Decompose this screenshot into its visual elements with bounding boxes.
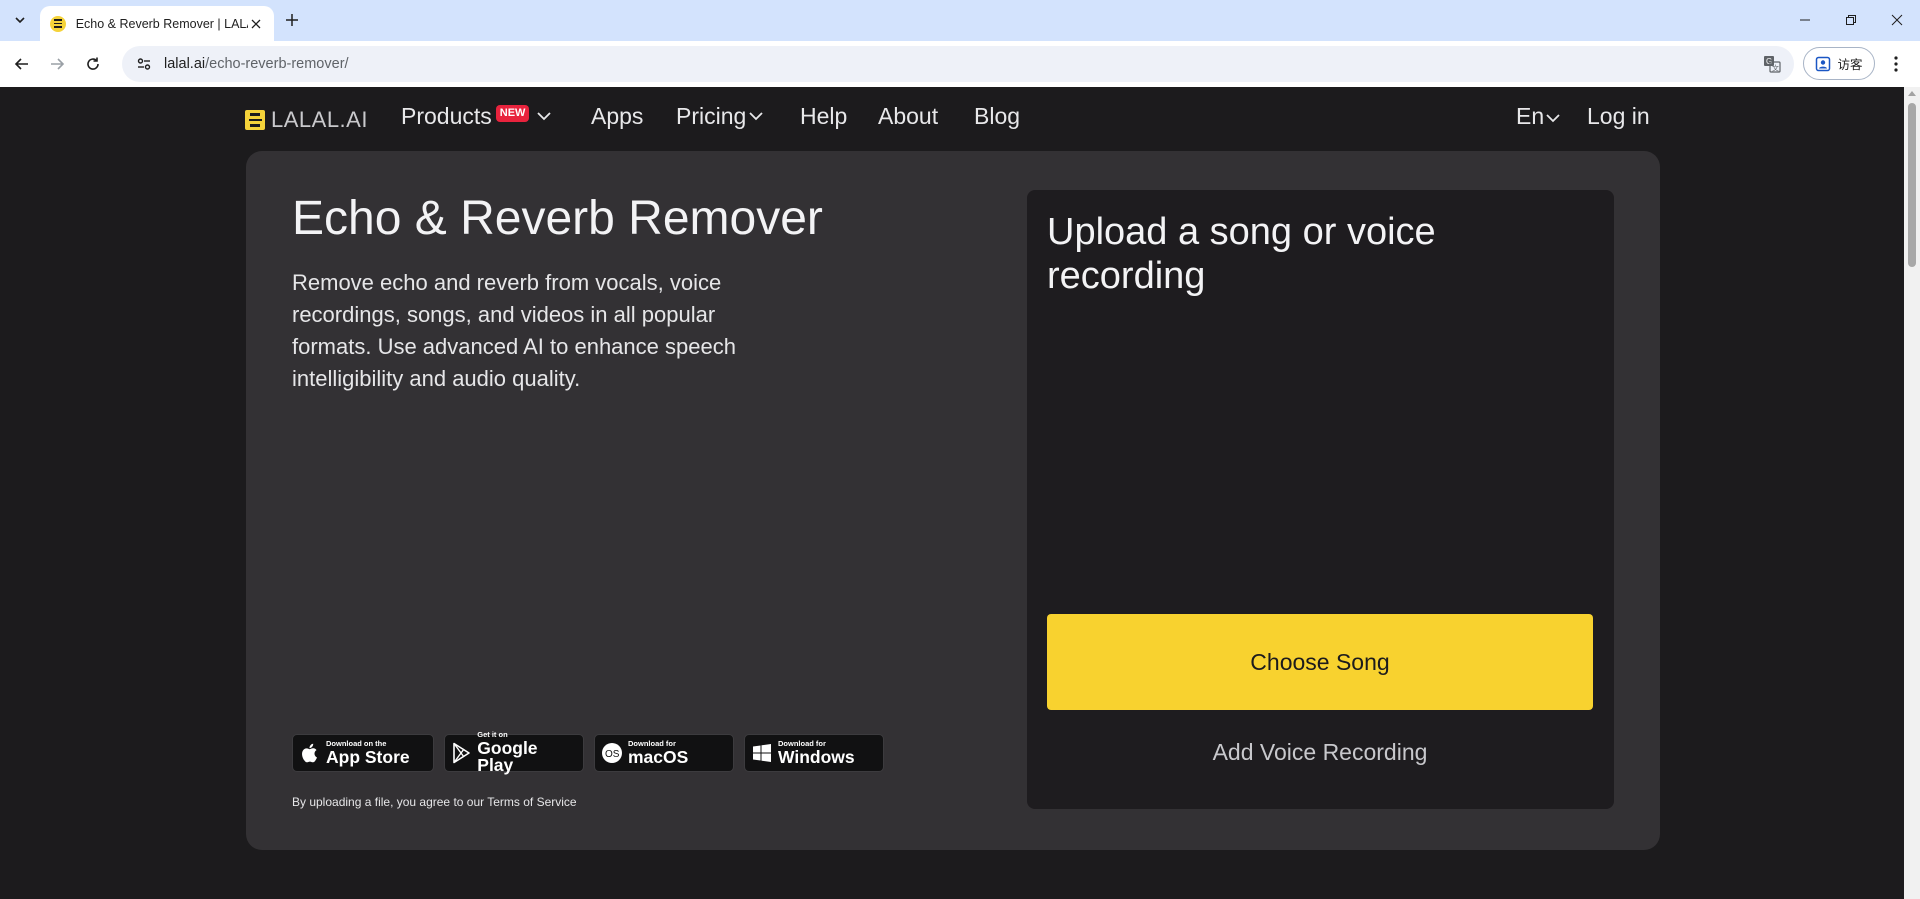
nav-pricing[interactable]: Pricing xyxy=(676,103,763,130)
store-big-text: App Store xyxy=(326,746,410,767)
url-text: lalal.ai/echo-reverb-remover/ xyxy=(164,56,349,72)
profile-icon xyxy=(1816,56,1831,71)
chevron-down-icon xyxy=(537,112,552,121)
nav-blog-label: Blog xyxy=(974,103,1021,129)
nav-apps-label: Apps xyxy=(591,103,644,129)
nav-help-label: Help xyxy=(800,103,848,129)
store-big-text: Google Play xyxy=(477,737,538,776)
app-store-button[interactable]: Download on the App Store xyxy=(292,734,434,772)
macos-icon: OS xyxy=(601,742,623,764)
logo-text: LALAL.AI xyxy=(271,107,368,132)
close-icon xyxy=(1891,14,1903,26)
translate-icon[interactable]: G文 xyxy=(1762,54,1782,74)
add-voice-recording-button[interactable]: Add Voice Recording xyxy=(1047,730,1593,774)
nav-apps[interactable]: Apps xyxy=(591,103,643,130)
login-link[interactable]: Log in xyxy=(1587,103,1650,130)
arrow-left-icon xyxy=(14,58,28,70)
lalal-favicon-icon xyxy=(50,15,66,32)
browser-toolbar: lalal.ai/echo-reverb-remover/ G文 访客 xyxy=(0,41,1920,87)
language-label: En xyxy=(1516,103,1545,129)
page: LALAL.AI Products NEW Apps Pricing Help … xyxy=(0,87,1904,899)
minimize-icon xyxy=(1800,19,1810,21)
arrow-right-icon xyxy=(51,58,65,70)
site-logo[interactable]: LALAL.AI xyxy=(245,107,368,133)
svg-text:OS: OS xyxy=(605,749,620,760)
upload-title: Upload a song or voice recording xyxy=(1047,211,1436,297)
new-badge: NEW xyxy=(495,105,530,122)
terms-notice: By uploading a file, you agree to our Te… xyxy=(292,795,577,809)
browser-menu-button[interactable] xyxy=(1882,50,1910,78)
url-domain: lalal.ai xyxy=(164,56,206,72)
macos-button[interactable]: OS Download for macOS xyxy=(594,734,734,772)
browser-tab-bar: Echo & Reverb Remover | LALAL.AI xyxy=(0,0,1920,41)
nav-about[interactable]: About xyxy=(878,103,938,130)
page-title: Echo & Reverb Remover xyxy=(292,192,823,245)
nav-products-label: Products xyxy=(401,103,492,129)
url-path: /echo-reverb-remover/ xyxy=(205,56,349,72)
windows-icon xyxy=(751,742,773,764)
nav-products[interactable]: Products NEW xyxy=(401,103,552,130)
chevron-down-icon xyxy=(1546,114,1560,123)
svg-text:文: 文 xyxy=(1772,64,1779,73)
terms-prefix: By uploading a file, you agree to our xyxy=(292,795,488,809)
terms-of-service-link[interactable]: Terms of Service xyxy=(487,795,576,809)
forward-button[interactable] xyxy=(43,50,71,78)
hero-card: Echo & Reverb Remover Remove echo and re… xyxy=(246,151,1660,850)
restore-button[interactable] xyxy=(1828,0,1874,40)
store-big-text: Windows xyxy=(778,746,855,767)
scroll-up-arrow-icon[interactable] xyxy=(1908,91,1916,96)
google-play-button[interactable]: Get it on Google Play xyxy=(444,731,584,776)
store-big-text: macOS xyxy=(628,746,689,767)
chevron-down-icon xyxy=(749,112,763,121)
tab-search-button[interactable] xyxy=(8,8,32,32)
logo-mark-icon xyxy=(245,110,265,130)
more-vert-icon xyxy=(1894,56,1898,72)
page-scrollbar[interactable] xyxy=(1904,87,1920,899)
address-bar[interactable]: lalal.ai/echo-reverb-remover/ G文 xyxy=(122,46,1794,82)
tab-close-button[interactable] xyxy=(248,16,264,32)
app-store-links: Download on the App Store Get it on Goog… xyxy=(292,731,884,776)
scroll-thumb[interactable] xyxy=(1908,103,1916,267)
apple-icon xyxy=(299,742,321,764)
language-selector[interactable]: En xyxy=(1516,103,1560,130)
plus-icon xyxy=(286,14,298,26)
nav-about-label: About xyxy=(878,103,939,129)
nav-blog[interactable]: Blog xyxy=(974,103,1020,130)
guest-label: 访客 xyxy=(1837,58,1863,72)
new-tab-button[interactable] xyxy=(280,8,304,32)
google-play-icon xyxy=(451,742,472,764)
back-button[interactable] xyxy=(8,50,36,78)
choose-song-button[interactable]: Choose Song xyxy=(1047,614,1593,710)
login-label: Log in xyxy=(1587,103,1650,129)
upload-panel: Upload a song or voice recording Choose … xyxy=(1027,190,1614,809)
close-window-button[interactable] xyxy=(1874,0,1920,40)
tab-title: Echo & Reverb Remover | LALAL.AI xyxy=(75,16,249,31)
minimize-button[interactable] xyxy=(1782,0,1828,40)
reload-button[interactable] xyxy=(79,50,107,78)
restore-icon xyxy=(1846,15,1856,25)
close-icon xyxy=(251,19,261,28)
reload-icon xyxy=(87,57,99,70)
browser-tab[interactable]: Echo & Reverb Remover | LALAL.AI xyxy=(40,6,274,41)
chevron-down-icon xyxy=(15,17,25,24)
nav-pricing-label: Pricing xyxy=(676,103,747,129)
site-info-icon[interactable] xyxy=(134,54,154,74)
guest-profile-button[interactable]: 访客 xyxy=(1803,47,1875,80)
site-header: LALAL.AI Products NEW Apps Pricing Help … xyxy=(0,87,1904,147)
windows-button[interactable]: Download for Windows xyxy=(744,734,884,772)
hero-description: Remove echo and reverb from vocals, voic… xyxy=(292,270,736,391)
nav-help[interactable]: Help xyxy=(800,103,847,130)
